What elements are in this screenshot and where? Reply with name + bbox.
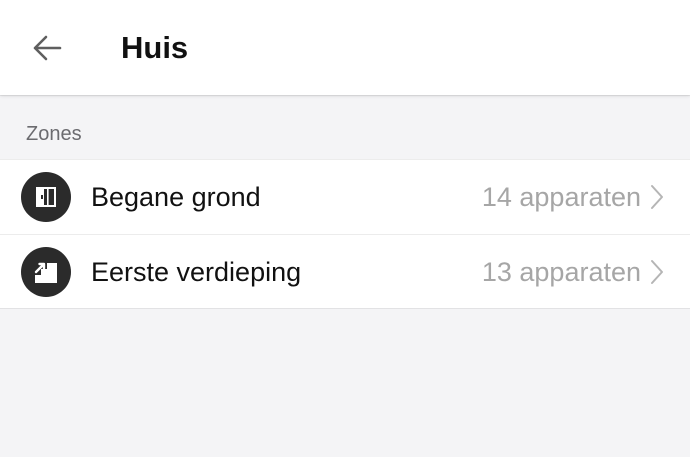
zone-device-count: 14 apparaten bbox=[481, 182, 641, 212]
arrow-left-icon bbox=[33, 35, 62, 61]
zone-name: Eerste verdieping bbox=[91, 256, 302, 287]
app-root: Huis Zones Begane grond 14 apparaten Eer… bbox=[0, 0, 690, 457]
page-title: Huis bbox=[121, 30, 189, 65]
app-header: Huis bbox=[0, 0, 690, 95]
zone-row-begane-grond[interactable]: Begane grond 14 apparaten bbox=[0, 160, 690, 234]
back-button[interactable] bbox=[22, 26, 72, 70]
zone-list: Begane grond 14 apparaten Eerste verdiep… bbox=[0, 159, 690, 309]
stairs-icon bbox=[21, 246, 71, 297]
section-label-zones: Zones bbox=[26, 123, 82, 145]
zone-name: Begane grond bbox=[91, 182, 261, 212]
chevron-right-icon bbox=[648, 183, 666, 211]
zone-device-count: 13 apparaten bbox=[481, 256, 641, 287]
chevron-right-icon bbox=[648, 258, 666, 286]
door-icon bbox=[21, 172, 71, 222]
zone-row-eerste-verdieping[interactable]: Eerste verdieping 13 apparaten bbox=[0, 234, 690, 308]
